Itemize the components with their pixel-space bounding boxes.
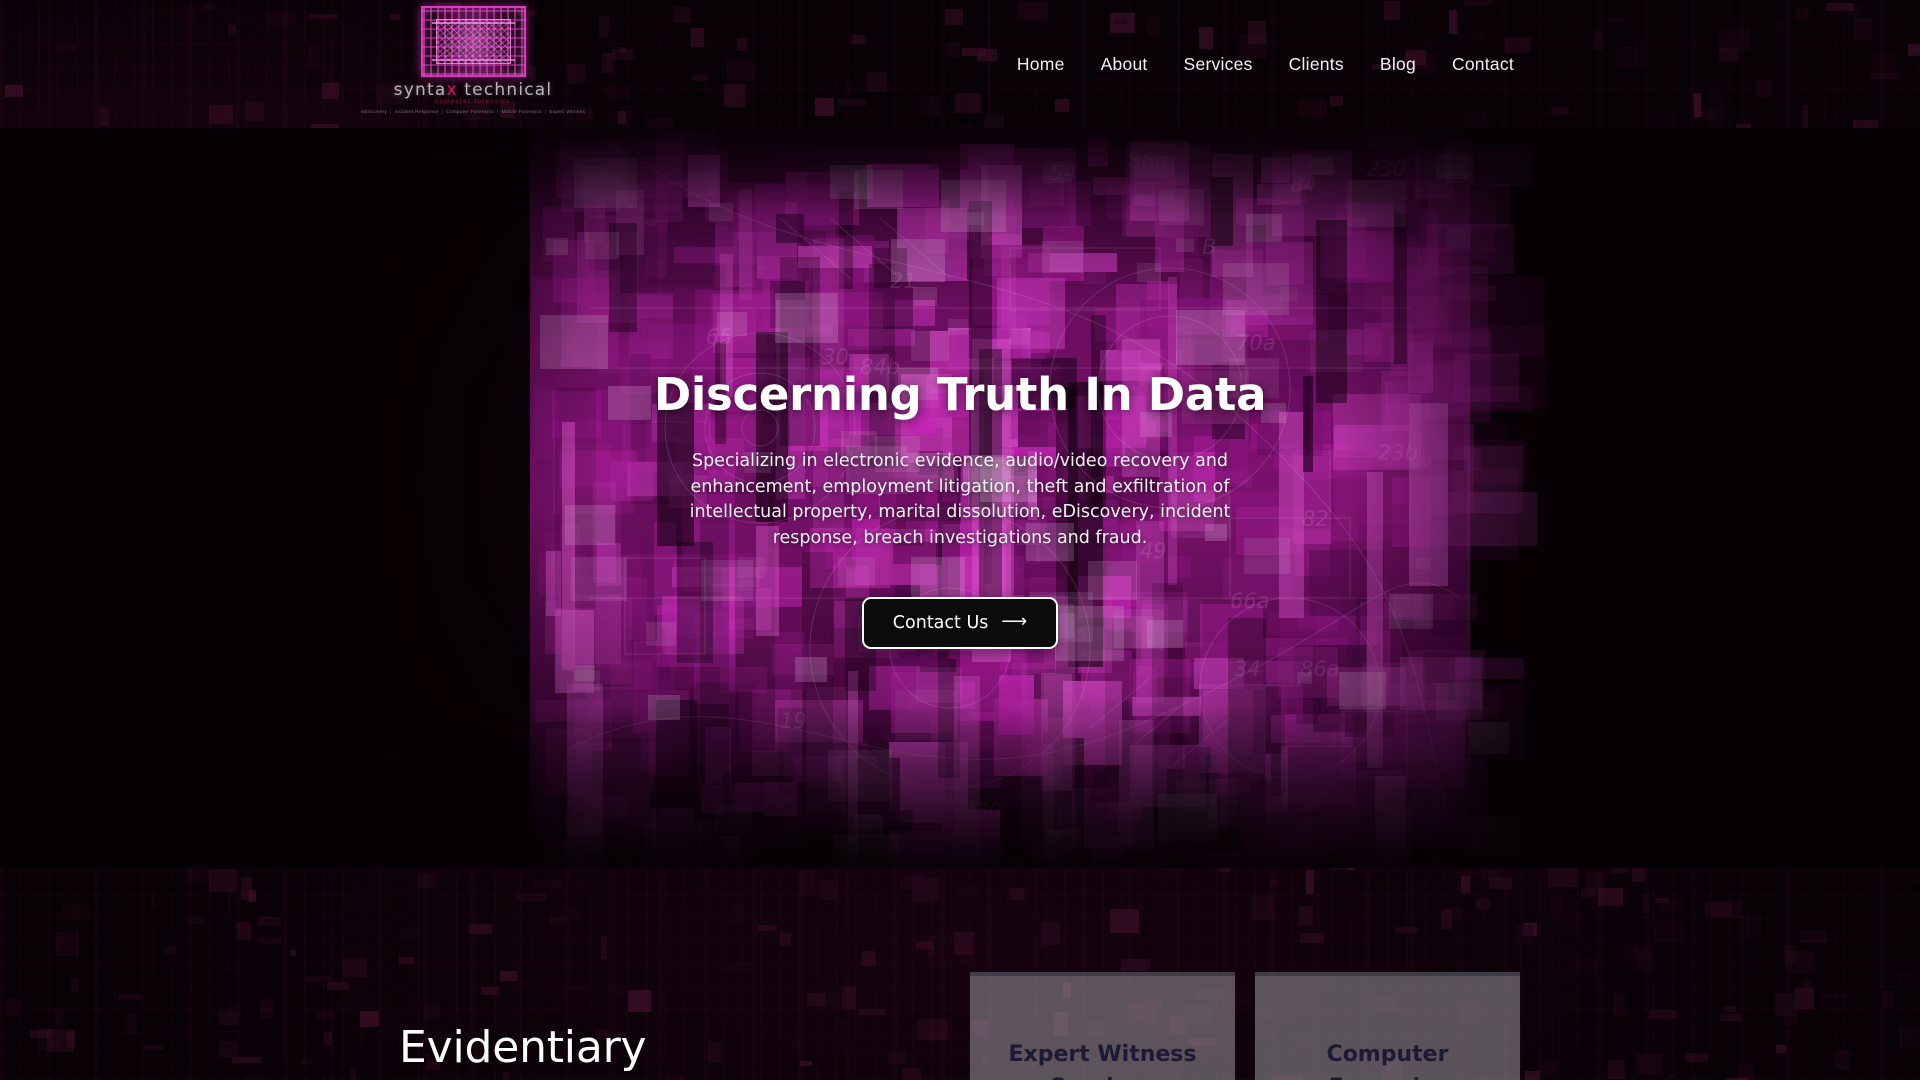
service-card[interactable]: Expert Witness Services — [970, 972, 1235, 1080]
section-heading-evidentiary: Evidentiary — [399, 1022, 647, 1073]
logo-wordmark-x: x — [446, 80, 458, 100]
site-logo[interactable]: syntax technical computer forensics eDis… — [361, 2, 585, 114]
logo-wordmark-right: technical — [457, 80, 553, 100]
contact-us-label: Contact Us — [892, 613, 989, 633]
hero-background: 655486a 23084B 213084b 70a23b82 4966a34 … — [0, 128, 1920, 868]
tagline-item: Mobile Forensics — [501, 109, 542, 114]
microchip-inner-detail — [435, 19, 511, 64]
tagline-separator: | — [496, 109, 499, 114]
nav-home[interactable]: Home — [999, 48, 1083, 81]
arrow-right-icon: ⟶ — [1001, 611, 1028, 632]
logo-sub-wordmark: computer forensics — [435, 99, 511, 105]
tagline-separator: | — [544, 109, 547, 114]
tagline-item: Computer Forensics — [446, 109, 494, 114]
logo-tagline: eDiscovery | Incident Response | Computer Fo… — [361, 109, 585, 114]
service-card-list: Expert Witness Services Computer Forensic… — [970, 972, 1520, 1080]
hero-cta-wrapper: Contact Us ⟶ — [861, 597, 1059, 649]
nav-about[interactable]: About — [1083, 48, 1166, 81]
tagline-separator: | — [441, 109, 444, 114]
hero-section: 655486a 23084B 213084b 70a23b82 4966a34 … — [0, 128, 1920, 868]
tagline-item: Expert Witness — [549, 109, 586, 114]
nav-contact[interactable]: Contact — [1434, 48, 1532, 81]
tagline-item: Incident Response — [394, 109, 439, 114]
site-header: syntax technical computer forensics eDis… — [0, 0, 1920, 128]
service-card-title: Computer Forensics — [1326, 1042, 1449, 1080]
nav-clients[interactable]: Clients — [1271, 48, 1362, 81]
logo-wordmark: syntax technical — [394, 80, 553, 100]
main-navigation: Home About Services Clients Blog Contact — [999, 48, 1532, 81]
evidentiary-section — [0, 868, 1920, 1080]
logo-wordmark-left: synta — [393, 80, 447, 100]
hero-mosaic-graphic — [530, 128, 1547, 868]
service-card[interactable]: Computer Forensics — [1255, 972, 1520, 1080]
tagline-item: eDiscovery — [360, 109, 388, 114]
microchip-circuit-icon — [420, 6, 526, 77]
service-card-title: Expert Witness Services — [1008, 1042, 1197, 1080]
nav-blog[interactable]: Blog — [1362, 48, 1434, 81]
contact-us-button[interactable]: Contact Us ⟶ — [861, 597, 1059, 649]
nav-services[interactable]: Services — [1166, 48, 1271, 81]
tagline-separator: | — [390, 109, 392, 114]
page-root: syntax technical computer forensics eDis… — [0, 0, 1920, 1080]
